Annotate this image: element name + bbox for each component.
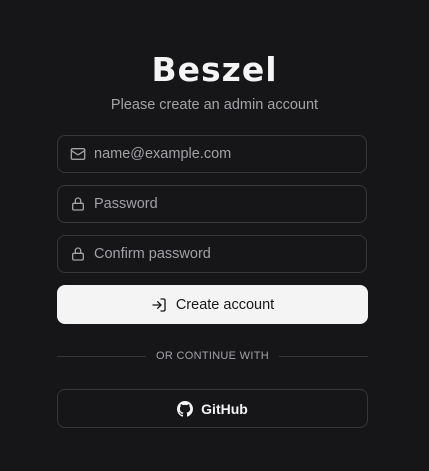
log-in-icon: [151, 297, 167, 313]
create-account-button[interactable]: Create account: [57, 285, 368, 324]
divider-line-left: [57, 355, 147, 357]
password-field[interactable]: [57, 185, 367, 223]
mail-icon: [70, 146, 86, 162]
create-account-label: Create account: [175, 296, 275, 313]
divider-label: OR CONTINUE WITH: [156, 350, 269, 362]
github-icon: [177, 400, 194, 417]
password-input[interactable]: [94, 186, 366, 222]
form-subtitle: Please create an admin account: [110, 97, 319, 113]
confirm-password-field[interactable]: [57, 235, 367, 273]
email-input[interactable]: [94, 136, 366, 172]
email-field[interactable]: [57, 135, 367, 173]
or-continue-divider: OR CONTINUE WITH: [57, 348, 368, 364]
lock-icon: [70, 196, 86, 212]
lock-icon: [70, 246, 86, 262]
confirm-password-input[interactable]: [94, 236, 366, 272]
divider-line-right: [278, 355, 368, 357]
github-label: GitHub: [201, 400, 248, 417]
github-login-button[interactable]: GitHub: [57, 389, 368, 428]
app-logo: Beszel: [151, 50, 278, 89]
login-page: Beszel Please create an admin account na…: [0, 0, 429, 471]
